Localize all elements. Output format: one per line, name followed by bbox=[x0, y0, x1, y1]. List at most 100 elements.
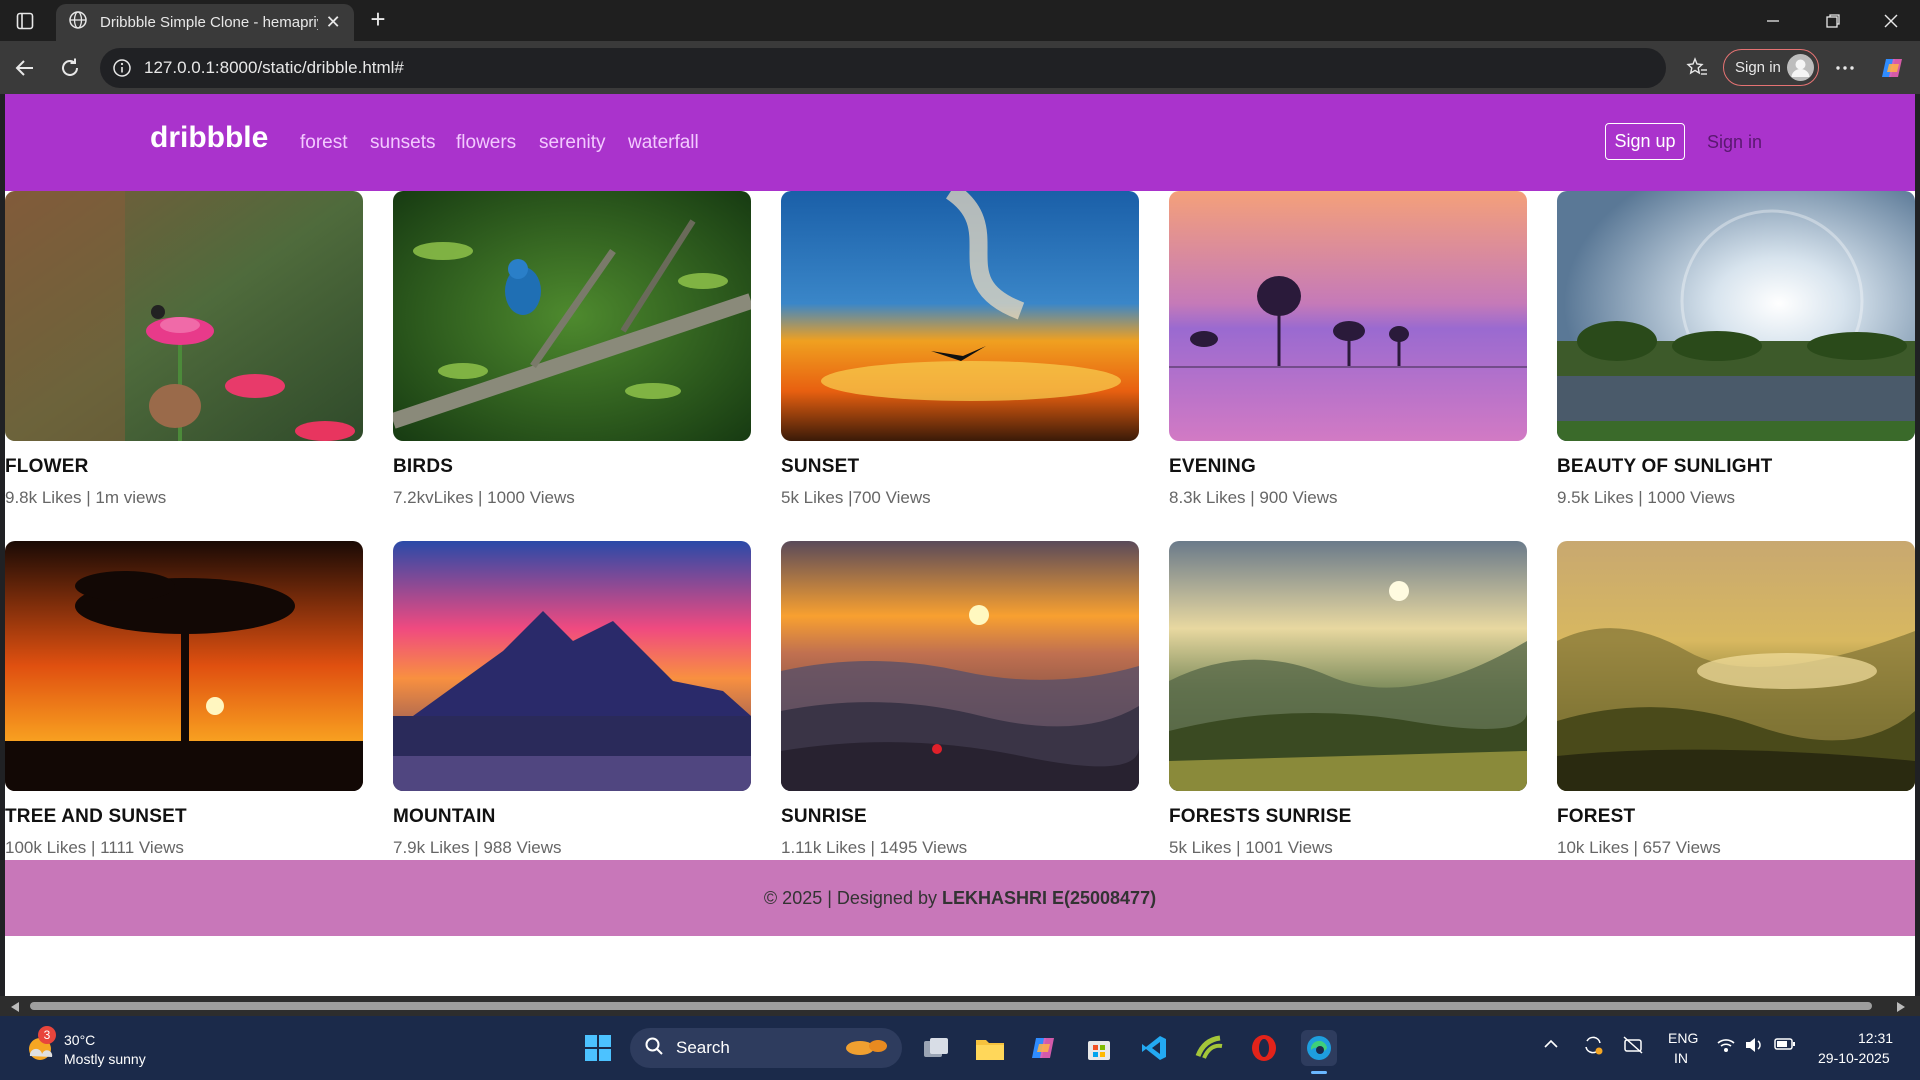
microsoft-store-icon[interactable] bbox=[1081, 1030, 1117, 1066]
card-title: BEAUTY OF SUNLIGHT bbox=[1557, 456, 1773, 477]
card-birds[interactable]: BIRDS 7.2kvLikes | 1000 Views bbox=[393, 191, 751, 508]
card-image[interactable] bbox=[781, 191, 1139, 441]
address-bar[interactable]: 127.0.0.1:8000/static/dribble.html# bbox=[100, 48, 1666, 88]
opera-icon[interactable] bbox=[1246, 1030, 1282, 1066]
card-forest[interactable]: FOREST 10k Likes | 657 Views bbox=[1557, 541, 1915, 858]
card-title: FOREST bbox=[1557, 806, 1636, 827]
card-stats: 7.2kvLikes | 1000 Views bbox=[393, 488, 575, 507]
battery-icon[interactable] bbox=[1774, 1037, 1796, 1054]
vscode-icon[interactable] bbox=[1136, 1030, 1172, 1066]
clock-date[interactable]: 29-10-2025 bbox=[1818, 1050, 1890, 1066]
weather-temp: 30°C bbox=[64, 1032, 96, 1048]
card-forests-sunrise[interactable]: FORESTS SUNRISE 5k Likes | 1001 Views bbox=[1169, 541, 1527, 858]
edge-icon[interactable] bbox=[1301, 1030, 1337, 1074]
language-top[interactable]: ENG bbox=[1668, 1030, 1698, 1046]
wifi-icon[interactable] bbox=[1716, 1036, 1736, 1057]
back-icon[interactable] bbox=[10, 53, 40, 83]
card-stats: 5k Likes | 1001 Views bbox=[1169, 838, 1333, 857]
card-image[interactable] bbox=[1169, 541, 1527, 791]
nav-link-serenity[interactable]: serenity bbox=[539, 132, 606, 154]
card-image[interactable] bbox=[1169, 191, 1527, 441]
restore-icon[interactable] bbox=[1810, 6, 1856, 36]
page-viewport: dribbble forest sunsets flowers serenity… bbox=[5, 94, 1915, 996]
card-stats: 1.11k Likes | 1495 Views bbox=[781, 838, 968, 857]
card-sunrise[interactable]: SUNRISE 1.11k Likes | 1495 Views bbox=[781, 541, 1139, 858]
search-highlight-icon bbox=[840, 1036, 890, 1065]
more-menu-icon[interactable] bbox=[1830, 53, 1860, 83]
card-stats: 7.9k Likes | 988 Views bbox=[393, 838, 562, 857]
card-stats: 100k Likes | 1111 Views bbox=[5, 838, 184, 857]
browser-signin-button[interactable]: Sign in bbox=[1723, 49, 1819, 86]
search-icon bbox=[644, 1036, 664, 1061]
task-view-icon[interactable] bbox=[918, 1030, 954, 1066]
file-explorer-icon[interactable] bbox=[972, 1030, 1008, 1066]
meet-now-off-icon[interactable] bbox=[1622, 1035, 1644, 1058]
card-title: FLOWER bbox=[5, 456, 89, 477]
language-bottom[interactable]: IN bbox=[1674, 1050, 1688, 1066]
card-title: SUNRISE bbox=[781, 806, 867, 827]
card-stats: 10k Likes | 657 Views bbox=[1557, 838, 1721, 857]
volume-icon[interactable] bbox=[1744, 1036, 1764, 1057]
browser-tab-bar: Dribbble Simple Clone - hemapriy ✕ + bbox=[0, 0, 1920, 41]
card-image[interactable] bbox=[5, 191, 363, 441]
browser-signin-label: Sign in bbox=[1735, 59, 1781, 76]
globe-icon bbox=[68, 10, 88, 35]
weather-badge: 3 bbox=[38, 1026, 56, 1044]
minimize-icon[interactable] bbox=[1750, 6, 1796, 36]
card-title: SUNSET bbox=[781, 456, 860, 477]
footer-text: © 2025 | Designed by bbox=[763, 887, 937, 908]
copilot-app-icon[interactable] bbox=[1026, 1030, 1062, 1066]
brand-logo[interactable]: dribbble bbox=[150, 121, 268, 155]
horizontal-scrollbar[interactable] bbox=[0, 996, 1920, 1016]
card-mountain[interactable]: MOUNTAIN 7.9k Likes | 988 Views bbox=[393, 541, 751, 858]
windows-start-icon[interactable] bbox=[580, 1030, 616, 1066]
scrollbar-thumb[interactable] bbox=[30, 1002, 1872, 1010]
card-evening[interactable]: EVENING 8.3k Likes | 900 Views bbox=[1169, 191, 1527, 508]
nav-link-waterfall[interactable]: waterfall bbox=[628, 132, 699, 154]
nav-link-flowers[interactable]: flowers bbox=[456, 132, 516, 154]
sync-icon[interactable] bbox=[1582, 1034, 1604, 1059]
weather-desc: Mostly sunny bbox=[64, 1051, 146, 1067]
card-image[interactable] bbox=[781, 541, 1139, 791]
card-title: FORESTS SUNRISE bbox=[1169, 806, 1352, 827]
close-window-icon[interactable] bbox=[1868, 6, 1914, 36]
tab-title: Dribbble Simple Clone - hemapriy bbox=[100, 14, 319, 31]
card-image[interactable] bbox=[1557, 541, 1915, 791]
card-flower[interactable]: FLOWER 9.8k Likes | 1m views bbox=[5, 191, 363, 508]
favorites-icon[interactable] bbox=[1682, 53, 1712, 83]
card-image[interactable] bbox=[393, 541, 751, 791]
nav-link-sunsets[interactable]: sunsets bbox=[370, 132, 435, 154]
card-image[interactable] bbox=[5, 541, 363, 791]
tab-actions-icon[interactable] bbox=[12, 8, 38, 34]
card-beauty-of-sunlight[interactable]: BEAUTY OF SUNLIGHT 9.5k Likes | 1000 Vie… bbox=[1557, 191, 1915, 508]
card-title: BIRDS bbox=[393, 456, 454, 477]
signup-button[interactable]: Sign up bbox=[1605, 123, 1685, 160]
url-text: 127.0.0.1:8000/static/dribble.html# bbox=[144, 58, 404, 77]
android-studio-icon[interactable] bbox=[1191, 1030, 1227, 1066]
signin-link[interactable]: Sign in bbox=[1707, 132, 1762, 153]
card-stats: 8.3k Likes | 900 Views bbox=[1169, 488, 1338, 507]
card-sunset[interactable]: SUNSET 5k Likes |700 Views bbox=[781, 191, 1139, 508]
card-title: TREE AND SUNSET bbox=[5, 806, 187, 827]
nav-link-forest[interactable]: forest bbox=[300, 132, 348, 154]
site-header: dribbble forest sunsets flowers serenity… bbox=[5, 94, 1915, 191]
card-stats: 9.5k Likes | 1000 Views bbox=[1557, 488, 1735, 507]
card-title: EVENING bbox=[1169, 456, 1256, 477]
windows-taskbar: 3 30°C Mostly sunny Search ENG IN 12:31 … bbox=[0, 1016, 1920, 1080]
browser-tab[interactable]: Dribbble Simple Clone - hemapriy ✕ bbox=[56, 4, 354, 41]
reload-icon[interactable] bbox=[55, 53, 85, 83]
footer-author: LEKHASHRI E(25008477) bbox=[941, 887, 1157, 908]
weather-widget[interactable]: 3 bbox=[24, 1026, 56, 1064]
new-tab-icon[interactable]: + bbox=[364, 6, 392, 34]
card-tree-and-sunset[interactable]: TREE AND SUNSET 100k Likes | 1111 Views bbox=[5, 541, 363, 858]
show-hidden-icons[interactable] bbox=[1544, 1036, 1558, 1052]
copilot-icon[interactable] bbox=[1878, 53, 1908, 83]
card-image[interactable] bbox=[393, 191, 751, 441]
site-info-icon[interactable] bbox=[112, 58, 132, 83]
card-stats: 9.8k Likes | 1m views bbox=[5, 488, 167, 507]
card-image[interactable] bbox=[1557, 191, 1915, 441]
clock-time[interactable]: 12:31 bbox=[1858, 1030, 1893, 1046]
card-stats: 5k Likes |700 Views bbox=[781, 488, 931, 507]
taskbar-search[interactable]: Search bbox=[630, 1028, 902, 1068]
tab-close-icon[interactable]: ✕ bbox=[324, 12, 342, 33]
